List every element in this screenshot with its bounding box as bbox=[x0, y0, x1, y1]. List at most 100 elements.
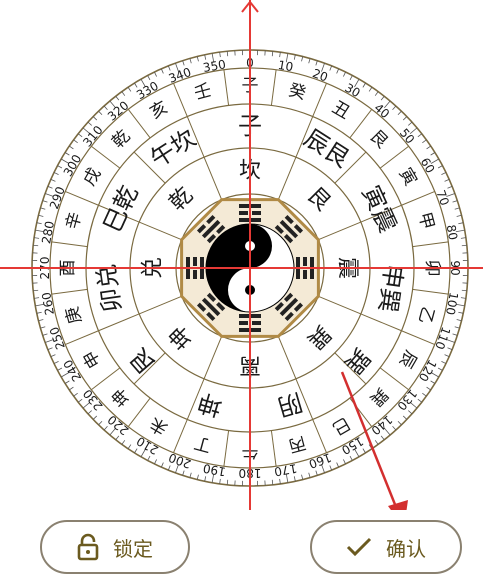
degree-tick bbox=[461, 289, 467, 292]
degree-tick bbox=[103, 105, 108, 110]
degree-tick bbox=[33, 289, 39, 292]
degree-tick bbox=[444, 178, 450, 182]
degree-tick bbox=[452, 333, 458, 336]
degree-tick bbox=[315, 60, 318, 66]
degree-tick bbox=[315, 470, 318, 476]
degree-tick bbox=[154, 71, 157, 77]
degree-tick bbox=[69, 145, 74, 150]
mountain-divider bbox=[270, 69, 277, 106]
degree-tick bbox=[134, 82, 138, 88]
mountain-label: 癸 bbox=[286, 80, 308, 104]
degree-tick bbox=[57, 367, 63, 371]
degree-tick bbox=[115, 95, 120, 101]
degree-tick bbox=[417, 398, 423, 403]
outer-ring-label: 申巽 bbox=[373, 262, 408, 313]
degree-label: 10 bbox=[277, 58, 294, 74]
degree-tick bbox=[343, 71, 346, 77]
mountain-label: 丙 bbox=[286, 432, 308, 456]
trigram-line bbox=[239, 321, 248, 325]
mountain-label: 辰 bbox=[395, 347, 421, 372]
lock-button[interactable]: 锁定 bbox=[40, 520, 190, 574]
degree-tick bbox=[454, 326, 460, 329]
mountain-divider bbox=[223, 69, 230, 106]
mountain-divider bbox=[91, 145, 121, 169]
degree-tick bbox=[219, 478, 221, 484]
degree-tick bbox=[447, 347, 453, 351]
degree-tick bbox=[380, 95, 385, 101]
degree-tick bbox=[397, 110, 402, 116]
mountain-divider bbox=[127, 109, 151, 139]
confirm-button[interactable]: 确认 bbox=[310, 520, 462, 574]
degree-tick bbox=[336, 462, 340, 468]
degree-tick bbox=[121, 91, 126, 96]
degree-tick bbox=[204, 54, 207, 60]
mountain-label: 辛 bbox=[62, 210, 86, 232]
degree-label: 20 bbox=[311, 66, 330, 84]
outer-ring-label: 午坎 bbox=[145, 124, 201, 174]
degree-tick bbox=[50, 354, 56, 358]
trigram-line bbox=[303, 257, 307, 266]
degree-tick bbox=[271, 51, 274, 57]
middle-divider bbox=[138, 221, 182, 241]
degree-tick bbox=[458, 222, 464, 225]
degree-tick bbox=[301, 474, 304, 480]
outer-ring-label: 阴 bbox=[275, 387, 306, 421]
pointer-arrow-head bbox=[388, 500, 408, 510]
degree-label: 260 bbox=[39, 291, 57, 316]
degree-tick bbox=[408, 410, 413, 415]
degree-tick bbox=[189, 58, 192, 64]
degree-tick bbox=[392, 105, 397, 110]
degree-label: 40 bbox=[371, 101, 392, 122]
mountain-divider bbox=[379, 367, 409, 391]
degree-tick bbox=[293, 476, 296, 482]
degree-tick bbox=[160, 462, 164, 468]
degree-tick bbox=[329, 465, 333, 471]
degree-tick bbox=[73, 139, 78, 144]
degree-tick bbox=[182, 470, 185, 476]
degree-tick bbox=[392, 426, 397, 431]
degree-tick bbox=[368, 87, 373, 92]
outer-ring-label: 巽 bbox=[339, 343, 376, 379]
degree-tick bbox=[279, 52, 281, 58]
degree-tick bbox=[293, 54, 296, 60]
mountain-label: 丁 bbox=[192, 432, 214, 456]
mountain-label: 丑 bbox=[329, 97, 354, 123]
degree-tick bbox=[430, 380, 436, 384]
mountain-divider bbox=[173, 419, 188, 453]
degree-tick bbox=[103, 426, 108, 431]
degree-tick bbox=[115, 435, 120, 441]
degree-tick bbox=[42, 200, 48, 203]
mountain-divider bbox=[65, 330, 99, 345]
degree-tick bbox=[134, 448, 138, 454]
degree-tick bbox=[226, 51, 229, 57]
degree-label: 160 bbox=[307, 450, 333, 471]
degree-tick bbox=[77, 133, 83, 138]
degree-label: 190 bbox=[202, 461, 227, 479]
mountain-label: 戌 bbox=[79, 165, 105, 190]
mountain-label: 亥 bbox=[147, 97, 172, 123]
degree-tick bbox=[196, 474, 199, 480]
degree-label: 340 bbox=[167, 65, 193, 86]
degree-tick bbox=[362, 448, 366, 454]
mountain-divider bbox=[51, 288, 88, 295]
degree-tick bbox=[147, 75, 151, 81]
degree-tick bbox=[127, 87, 132, 92]
degree-tick bbox=[64, 380, 70, 384]
mountain-divider bbox=[412, 288, 449, 295]
degree-tick bbox=[301, 56, 304, 62]
middle-divider bbox=[318, 295, 362, 315]
mountain-label: 坤 bbox=[108, 384, 134, 410]
degree-tick bbox=[402, 116, 408, 121]
middle-ring-label: 坤 bbox=[165, 320, 198, 353]
degree-tick bbox=[167, 65, 171, 71]
lock-button-label: 锁定 bbox=[113, 536, 153, 561]
degree-tick bbox=[127, 444, 132, 449]
mountain-divider bbox=[401, 191, 435, 206]
degree-tick bbox=[98, 110, 103, 116]
degree-tick bbox=[408, 121, 413, 126]
outer-ring-label: 卯兑 bbox=[92, 262, 127, 313]
mountain-label: 申 bbox=[79, 347, 105, 372]
degree-tick bbox=[154, 459, 157, 465]
degree-tick bbox=[452, 200, 458, 203]
mountain-divider bbox=[401, 330, 435, 345]
